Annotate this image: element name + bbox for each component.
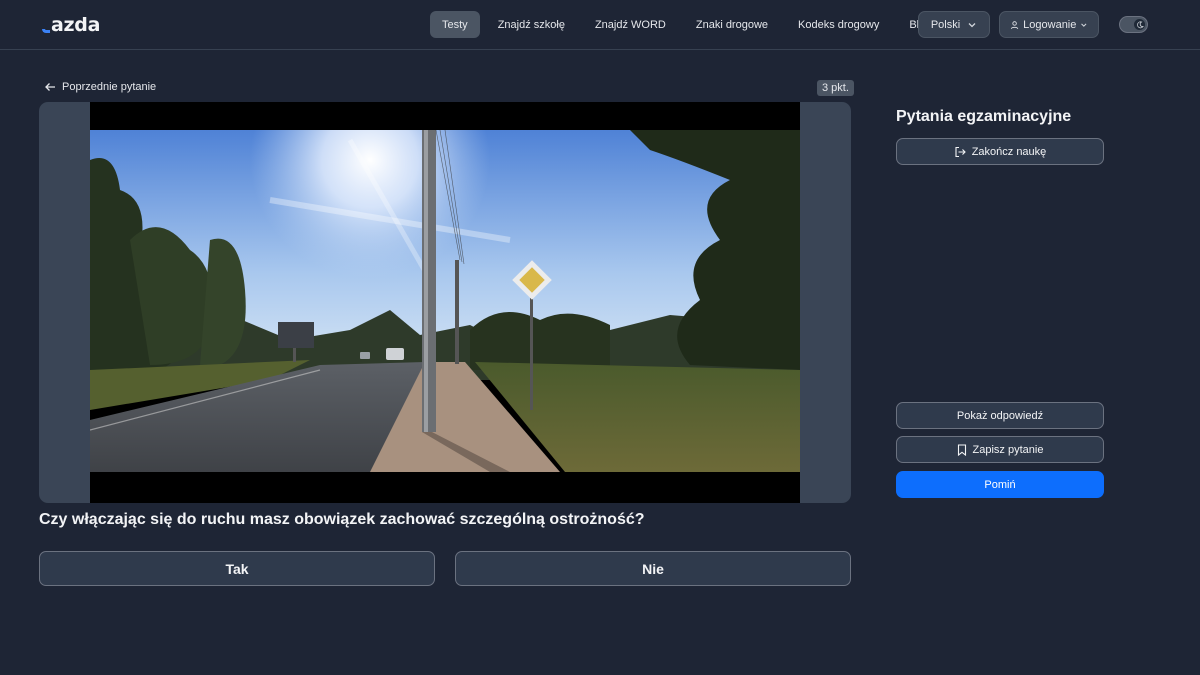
bookmark-icon [957, 443, 966, 456]
end-learning-label: Zakończ naukę [971, 145, 1047, 158]
points-badge: 3 pkt. [817, 80, 854, 96]
save-question-label: Zapisz pytanie [972, 443, 1044, 456]
logo-mark-icon [42, 29, 50, 33]
show-answer-label: Pokaż odpowiedź [956, 409, 1044, 422]
nav-znajdz-word[interactable]: Znajdź WORD [583, 11, 678, 38]
question-media [39, 102, 851, 503]
logo-text: azda [51, 14, 101, 36]
end-learning-button[interactable]: Zakończ naukę [896, 138, 1104, 165]
question-video[interactable] [90, 102, 800, 503]
nav-testy[interactable]: Testy [430, 11, 480, 38]
answer-yes-button[interactable]: Tak [39, 551, 435, 586]
arrow-left-icon [45, 83, 55, 91]
user-icon [1010, 20, 1019, 29]
previous-question-label: Poprzednie pytanie [62, 81, 157, 93]
login-button[interactable]: Logowanie [999, 11, 1099, 38]
road-scene-image [90, 130, 800, 472]
nav-znaki-drogowe[interactable]: Znaki drogowe [684, 11, 780, 38]
language-label: Polski [930, 18, 961, 31]
nav-kodeks-drogowy[interactable]: Kodeks drogowy [786, 11, 891, 38]
nav-znajdz-szkole[interactable]: Znajdź szkołę [486, 11, 577, 38]
log-out-icon [955, 146, 966, 157]
answer-no-button[interactable]: Nie [455, 551, 851, 586]
previous-question-link[interactable]: Poprzednie pytanie [44, 81, 156, 93]
site-logo[interactable]: azda [42, 12, 100, 36]
chevron-down-icon [1081, 23, 1087, 27]
sidebar-title: Pytania egzaminacyjne [896, 108, 1072, 125]
question-text: Czy włączając się do ruchu masz obowiąze… [39, 511, 645, 528]
top-navbar: azda Testy Znajdź szkołę Znajdź WORD Zna… [0, 0, 1200, 50]
save-question-button[interactable]: Zapisz pytanie [896, 436, 1104, 463]
language-select[interactable]: Polski [918, 11, 990, 38]
theme-toggle[interactable] [1119, 16, 1148, 33]
main-nav: Testy Znajdź szkołę Znajdź WORD Znaki dr… [430, 11, 949, 38]
show-answer-button[interactable]: Pokaż odpowiedź [896, 402, 1104, 429]
moon-icon [1134, 19, 1145, 30]
login-label: Logowanie [1023, 18, 1077, 31]
chevron-down-icon [968, 22, 976, 27]
skip-label: Pomiń [984, 478, 1016, 491]
skip-button[interactable]: Pomiń [896, 471, 1104, 498]
